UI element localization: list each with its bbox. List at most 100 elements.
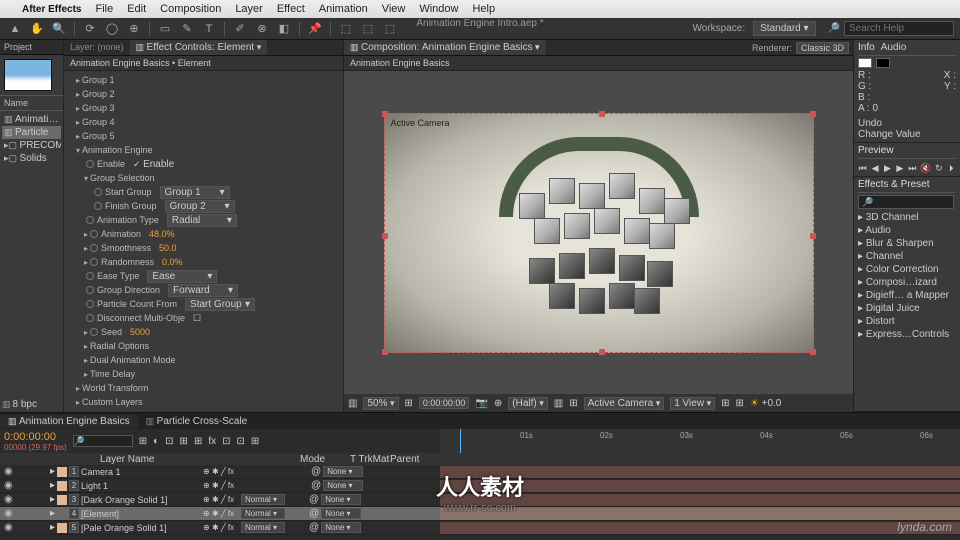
- layer-name[interactable]: [Element]: [81, 509, 201, 519]
- tl-toggle-icon[interactable]: ⊡: [222, 436, 230, 447]
- stopwatch-icon[interactable]: [86, 286, 94, 294]
- collapsed-group-label[interactable]: Radial Options: [90, 341, 149, 351]
- disclosure-icon[interactable]: ▸: [74, 118, 82, 127]
- pcount-dropdown[interactable]: Start Group▾: [185, 298, 255, 311]
- timecode-display[interactable]: 0:00:00:00: [419, 397, 470, 409]
- ram-preview-icon[interactable]: ⏵: [947, 162, 956, 174]
- camera-tool-icon[interactable]: ◯: [103, 21, 121, 37]
- visibility-icon[interactable]: ◉: [4, 466, 14, 477]
- pickwhip-icon[interactable]: @: [311, 480, 321, 491]
- effect-category[interactable]: ▸ Express…Controls: [858, 328, 956, 341]
- stopwatch-icon[interactable]: [90, 328, 98, 336]
- layer-name[interactable]: Light 1: [81, 481, 201, 491]
- randomness-value[interactable]: 0.0%: [162, 257, 183, 267]
- timeline-tab[interactable]: ▥ Particle Cross-Scale: [138, 415, 256, 428]
- zoom-tool-icon[interactable]: 🔍: [50, 21, 68, 37]
- bbox-handle[interactable]: [382, 233, 388, 239]
- menu-animation[interactable]: Animation: [319, 3, 368, 15]
- timeline-tab[interactable]: ▥ Animation Engine Basics: [0, 415, 138, 428]
- current-timecode[interactable]: 0:00:00:00: [4, 431, 67, 443]
- timeline-layers[interactable]: ◉ ▸ 1 Camera 1 ⊕ ✱ ╱ fx @ None ▾ ◉ ▸ 2 L…: [0, 465, 960, 540]
- tl-toggle-icon[interactable]: ◐: [153, 436, 159, 447]
- disclosure-icon[interactable]: ▸: [82, 356, 90, 365]
- zoom-dropdown[interactable]: 50% ▾: [363, 397, 398, 410]
- effect-category[interactable]: ▸ Color Correction: [858, 263, 956, 276]
- views-dropdown[interactable]: 1 View ▾: [670, 397, 715, 410]
- stopwatch-icon[interactable]: [90, 244, 98, 252]
- layer-color-swatch[interactable]: [57, 495, 67, 505]
- tl-toggle-icon[interactable]: ⊡: [165, 436, 173, 447]
- view-axis-icon[interactable]: ⬚: [381, 21, 399, 37]
- disclosure-icon[interactable]: ▸: [74, 90, 82, 99]
- mute-icon[interactable]: 🔇: [920, 162, 931, 174]
- parent-dropdown[interactable]: None ▾: [321, 522, 361, 533]
- disclosure-icon[interactable]: ▸: [82, 370, 90, 379]
- parent-dropdown[interactable]: None ▾: [323, 466, 363, 477]
- comp-viewport-area[interactable]: Active Camera: [344, 71, 853, 394]
- layer-bar[interactable]: [440, 522, 960, 534]
- layer-row[interactable]: ◉ ▸ 3 [Dark Orange Solid 1] ⊕ ✱ ╱ fx Nor…: [0, 493, 960, 507]
- effects-search-input[interactable]: [858, 195, 954, 209]
- stopwatch-icon[interactable]: [94, 188, 102, 196]
- blend-mode-dropdown[interactable]: Normal ▾: [241, 494, 285, 505]
- group-selection-label[interactable]: Group Selection: [90, 173, 155, 183]
- hand-tool-icon[interactable]: ✋: [28, 21, 46, 37]
- blend-mode-dropdown[interactable]: Normal ▾: [241, 508, 285, 519]
- disclosure-icon[interactable]: ▸: [82, 244, 90, 253]
- tl-toggle-icon[interactable]: ⊞: [251, 436, 259, 447]
- effects-list[interactable]: ▸ 3D Channel ▸ Audio ▸ Blur & Sharpen ▸ …: [858, 211, 956, 341]
- collapsed-group-label[interactable]: Custom Layers: [82, 397, 143, 407]
- bbox-handle[interactable]: [599, 349, 605, 355]
- parent-dropdown[interactable]: None ▾: [321, 494, 361, 505]
- stopwatch-icon[interactable]: [90, 258, 98, 266]
- next-frame-icon[interactable]: ▶: [895, 162, 904, 174]
- workspace-dropdown[interactable]: Standard ▾: [753, 21, 815, 36]
- disclosure-icon[interactable]: ▸: [82, 342, 90, 351]
- tab-preview[interactable]: Preview: [858, 145, 894, 156]
- brush-tool-icon[interactable]: ✐: [231, 21, 249, 37]
- layer-bar[interactable]: [440, 494, 960, 506]
- clone-tool-icon[interactable]: ⊗: [253, 21, 271, 37]
- project-item[interactable]: ▸▢ PRECOM…: [2, 139, 61, 152]
- project-item[interactable]: ▸▢ Solids: [2, 152, 61, 165]
- menu-edit[interactable]: Edit: [127, 3, 146, 15]
- tab-effect-controls[interactable]: ▥ Effect Controls: Element ▾: [130, 40, 268, 55]
- menu-file[interactable]: File: [95, 3, 113, 15]
- disclosure-icon[interactable]: ▸: [74, 412, 82, 413]
- resolution-dropdown[interactable]: (Half) ▾: [508, 397, 547, 410]
- disclosure-icon[interactable]: ▸: [74, 76, 82, 85]
- effect-category[interactable]: ▸ Channel: [858, 250, 956, 263]
- disclosure-icon[interactable]: ▸: [50, 522, 55, 533]
- stopwatch-icon[interactable]: [86, 272, 94, 280]
- selection-tool-icon[interactable]: ▲: [6, 21, 24, 37]
- disclosure-icon[interactable]: ▾: [82, 174, 90, 183]
- layer-color-swatch[interactable]: [57, 523, 67, 533]
- play-icon[interactable]: ▶: [883, 162, 892, 174]
- disclosure-icon[interactable]: ▸: [74, 398, 82, 407]
- tl-toggle-icon[interactable]: ⊞: [139, 436, 147, 447]
- tl-toggle-icon[interactable]: fx: [208, 436, 216, 447]
- stopwatch-icon[interactable]: [86, 160, 94, 168]
- tab-info[interactable]: Info: [858, 42, 875, 53]
- tab-layer[interactable]: Layer: (none): [64, 40, 130, 55]
- pickwhip-icon[interactable]: @: [311, 466, 321, 477]
- layer-bar[interactable]: [440, 508, 960, 520]
- bbox-handle[interactable]: [810, 233, 816, 239]
- tl-toggle-icon[interactable]: ⊡: [237, 436, 245, 447]
- puppet-tool-icon[interactable]: 📌: [306, 21, 324, 37]
- layer-color-swatch[interactable]: [57, 467, 67, 477]
- stopwatch-icon[interactable]: [90, 230, 98, 238]
- seed-value[interactable]: 5000: [130, 327, 150, 337]
- search-help-input[interactable]: [844, 21, 954, 36]
- exposure-value[interactable]: ☀ +0.0: [750, 398, 782, 409]
- layer-bar[interactable]: [440, 480, 960, 492]
- renderer-dropdown[interactable]: Classic 3D: [796, 42, 849, 54]
- eraser-tool-icon[interactable]: ◧: [275, 21, 293, 37]
- project-item[interactable]: ▥ Particle: [2, 126, 61, 139]
- collapsed-group-label[interactable]: Dual Animation Mode: [90, 355, 176, 365]
- anim-engine-label[interactable]: Animation Engine: [82, 145, 153, 155]
- collapsed-group-label[interactable]: Time Delay: [90, 369, 135, 379]
- disclosure-icon[interactable]: ▸: [50, 494, 55, 505]
- app-name[interactable]: After Effects: [22, 4, 81, 15]
- layer-row[interactable]: ◉ ▸ 2 Light 1 ⊕ ✱ ╱ fx @ None ▾: [0, 479, 960, 493]
